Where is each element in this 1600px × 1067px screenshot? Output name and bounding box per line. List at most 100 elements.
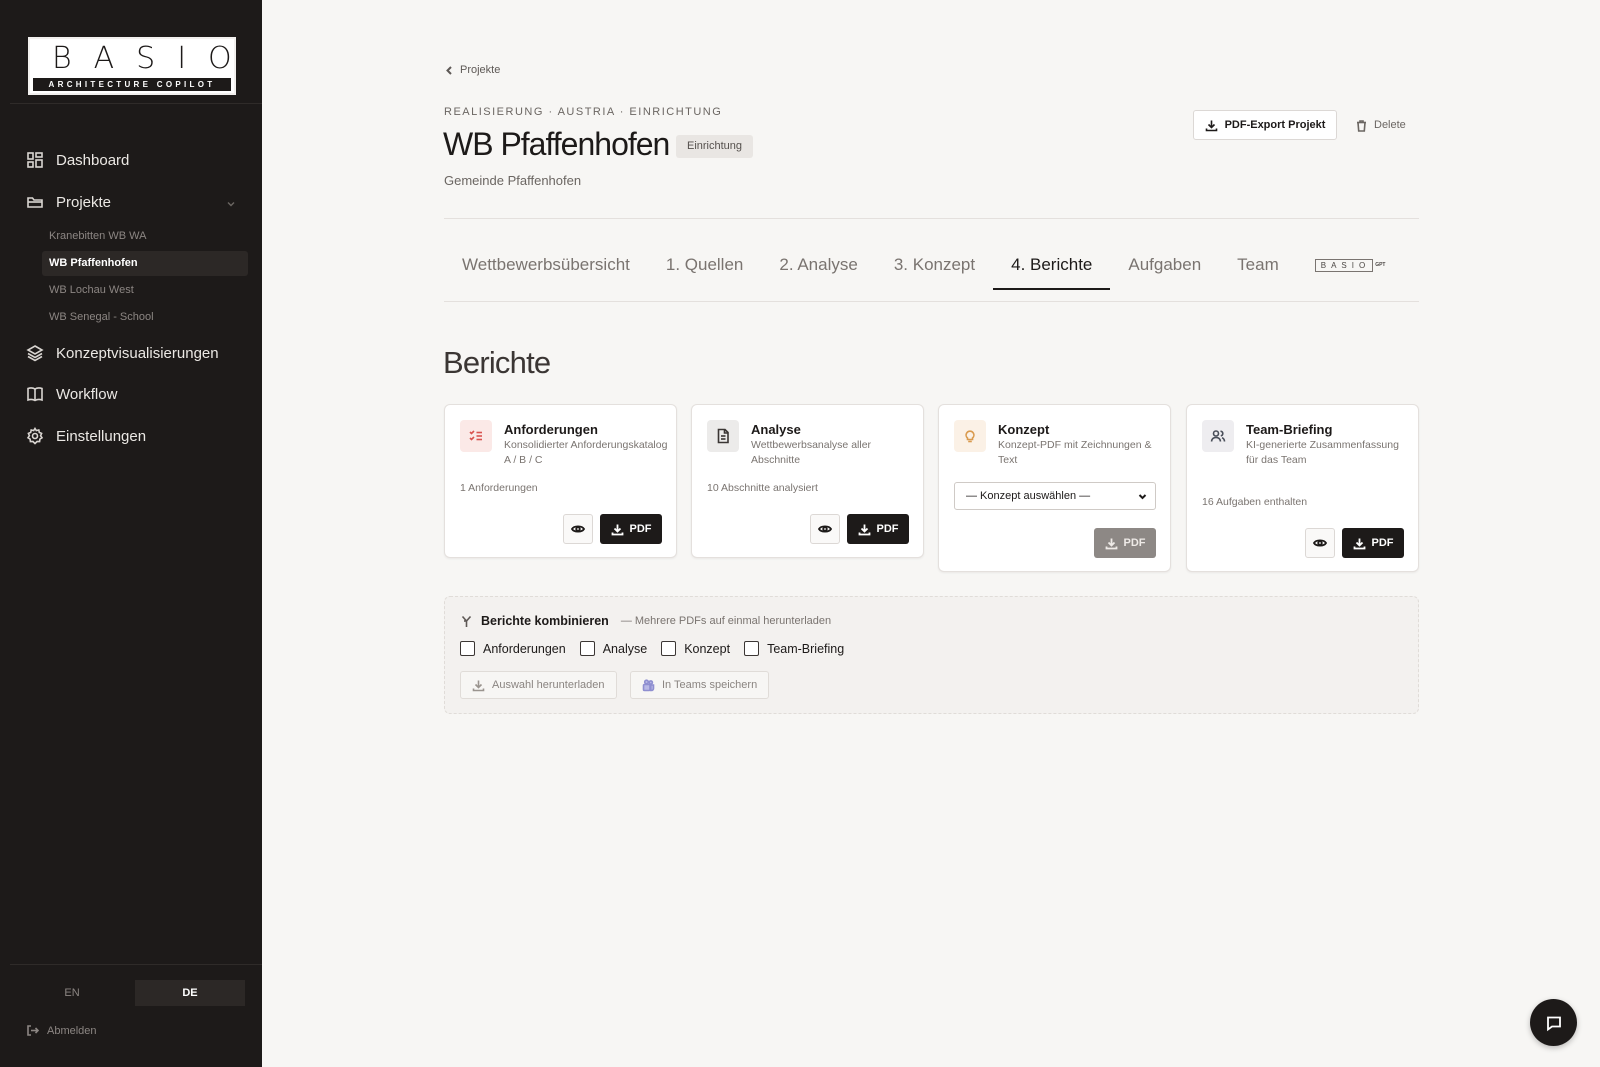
card-icon-box xyxy=(460,420,492,452)
tab-divider xyxy=(444,301,1419,302)
chevron-down-icon[interactable] xyxy=(226,199,236,209)
sidebar-item-dashboard[interactable]: Dashboard xyxy=(26,148,129,172)
tab-berichte[interactable]: 4. Berichte xyxy=(993,246,1111,290)
delete-button[interactable]: Delete xyxy=(1355,110,1406,140)
card-icon-box xyxy=(954,420,986,452)
sidebar-item-label: Einstellungen xyxy=(56,427,147,445)
sidebar-divider xyxy=(10,103,262,104)
sidebar-item-label: Workflow xyxy=(56,385,118,403)
report-card-analyse: Analyse Wettbewerbsanalyse aller Abschni… xyxy=(691,404,924,558)
preview-button[interactable] xyxy=(810,514,840,544)
combine-options: Anforderungen Analyse Konzept Team-Brief… xyxy=(460,641,844,656)
tab-team[interactable]: Team xyxy=(1219,246,1297,290)
pdf-download-button[interactable]: PDF xyxy=(1094,528,1156,558)
book-icon xyxy=(27,387,43,402)
checkbox-team-briefing[interactable]: Team-Briefing xyxy=(744,641,844,656)
konzept-select-value: — Konzept auswählen — xyxy=(966,490,1091,502)
sidebar: BASIO ARCHITECTURE COPILOT Dashboard Pro… xyxy=(0,0,262,1067)
download-icon xyxy=(472,680,485,691)
logout-button[interactable]: Abmelden xyxy=(26,1024,97,1037)
pdf-download-button[interactable]: PDF xyxy=(847,514,909,544)
checkbox-anforderungen[interactable]: Anforderungen xyxy=(460,641,566,656)
header-divider xyxy=(444,218,1419,219)
lang-de-button[interactable]: DE xyxy=(135,980,245,1006)
delete-label: Delete xyxy=(1374,119,1406,131)
card-meta: 1 Anforderungen xyxy=(460,482,538,494)
back-link[interactable]: Projekte xyxy=(445,64,500,76)
checkbox-analyse[interactable]: Analyse xyxy=(579,641,648,656)
tab-quellen[interactable]: 1. Quellen xyxy=(648,246,762,290)
basio-gpt-suffix: GPT xyxy=(1375,262,1386,268)
teams-icon xyxy=(642,678,655,691)
checkbox-konzept[interactable]: Konzept xyxy=(661,641,730,656)
card-description: Konzept-PDF mit Zeichnungen & Text xyxy=(998,439,1152,466)
combine-reports-panel: Berichte kombinieren — Mehrere PDFs auf … xyxy=(444,596,1419,714)
preview-button[interactable] xyxy=(1305,528,1335,558)
sidebar-item-konzeptvisualisierungen[interactable]: Konzeptvisualisierungen xyxy=(26,341,219,365)
tab-basio-gpt[interactable]: BASIO GPT xyxy=(1297,246,1404,284)
card-icon-box xyxy=(1202,420,1234,452)
gear-icon xyxy=(26,427,44,445)
chevron-left-icon xyxy=(446,65,452,75)
card-meta: 10 Abschnitte analysiert xyxy=(707,482,818,494)
page-subtitle: Gemeinde Pfaffenhofen xyxy=(444,173,582,188)
preview-button[interactable] xyxy=(563,514,593,544)
users-icon xyxy=(1210,430,1226,442)
sidebar-item-projekte[interactable]: Projekte xyxy=(26,190,111,214)
report-card-konzept: Konzept Konzept-PDF mit Zeichnungen & Te… xyxy=(938,404,1171,572)
chat-button[interactable] xyxy=(1530,999,1577,1046)
project-item-pfaffenhofen[interactable]: WB Pfaffenhofen xyxy=(42,251,248,276)
pdf-label: PDF xyxy=(876,523,899,535)
card-title: Team-Briefing xyxy=(1246,422,1333,437)
tab-konzept[interactable]: 3. Konzept xyxy=(876,246,993,290)
tab-analyse[interactable]: 2. Analyse xyxy=(761,246,875,290)
checkbox-box[interactable] xyxy=(744,641,760,656)
card-description: KI-generierte Zusammenfassung für das Te… xyxy=(1246,439,1399,466)
basio-gpt-logo: BASIO xyxy=(1314,258,1374,272)
save-to-teams-label: In Teams speichern xyxy=(662,679,758,691)
download-selection-button[interactable]: Auswahl herunterladen xyxy=(460,671,617,699)
back-link-label: Projekte xyxy=(460,64,501,76)
checkbox-box[interactable] xyxy=(460,641,475,656)
sidebar-item-einstellungen[interactable]: Einstellungen xyxy=(26,424,146,448)
chevron-down-icon xyxy=(1138,494,1147,500)
save-to-teams-button[interactable]: In Teams speichern xyxy=(630,671,770,699)
logout-icon xyxy=(27,1025,39,1036)
pdf-download-button[interactable]: PDF xyxy=(600,514,662,544)
logout-label: Abmelden xyxy=(47,1024,97,1037)
pdf-label: PDF xyxy=(629,523,652,535)
page-title: WB Pfaffenhofen xyxy=(443,126,670,162)
tab-wettbewerbsuebersicht[interactable]: Wettbewerbsübersicht xyxy=(444,246,648,290)
sidebar-item-workflow[interactable]: Workflow xyxy=(26,382,117,406)
pdf-label: PDF xyxy=(1123,537,1146,549)
checklist-icon xyxy=(469,430,482,441)
eye-icon xyxy=(571,525,585,533)
checkbox-label: Analyse xyxy=(602,641,648,656)
layers-icon xyxy=(26,345,44,362)
lang-en-button[interactable]: EN xyxy=(17,980,127,1006)
checkbox-box[interactable] xyxy=(661,641,677,656)
chat-icon xyxy=(1546,1016,1561,1031)
card-description: Konsolidierter Anforderungskatalog A / B… xyxy=(504,439,668,466)
card-title: Konzept xyxy=(998,422,1050,437)
pdf-export-button[interactable]: PDF-Export Projekt xyxy=(1193,110,1337,140)
merge-icon xyxy=(461,615,472,627)
report-card-anforderungen: Anforderungen Konsolidierter Anforderung… xyxy=(444,404,677,558)
project-item-senegal[interactable]: WB Senegal - School xyxy=(42,305,248,330)
project-item-lochau[interactable]: WB Lochau West xyxy=(42,278,248,303)
konzept-select[interactable]: — Konzept auswählen — xyxy=(954,482,1156,510)
tab-bar: Wettbewerbsübersicht 1. Quellen 2. Analy… xyxy=(444,246,1419,290)
checkbox-label: Anforderungen xyxy=(483,641,566,656)
tab-aufgaben[interactable]: Aufgaben xyxy=(1110,246,1219,290)
checkbox-box[interactable] xyxy=(579,641,595,656)
logo-wordmark: BASIO xyxy=(52,41,254,76)
eye-icon xyxy=(1313,539,1327,547)
combine-header: Berichte kombinieren — Mehrere PDFs auf … xyxy=(460,614,831,628)
pdf-export-label: PDF-Export Projekt xyxy=(1224,119,1326,131)
basio-logo[interactable]: BASIO ARCHITECTURE COPILOT xyxy=(28,37,236,95)
checkbox-label: Konzept xyxy=(684,641,731,656)
breadcrumb: REALISIERUNG · AUSTRIA · EINRICHTUNG xyxy=(444,106,723,118)
pdf-download-button[interactable]: PDF xyxy=(1342,528,1404,558)
project-item-kranebitten[interactable]: Kranebitten WB WA xyxy=(42,224,248,249)
card-title: Anforderungen xyxy=(504,422,598,437)
